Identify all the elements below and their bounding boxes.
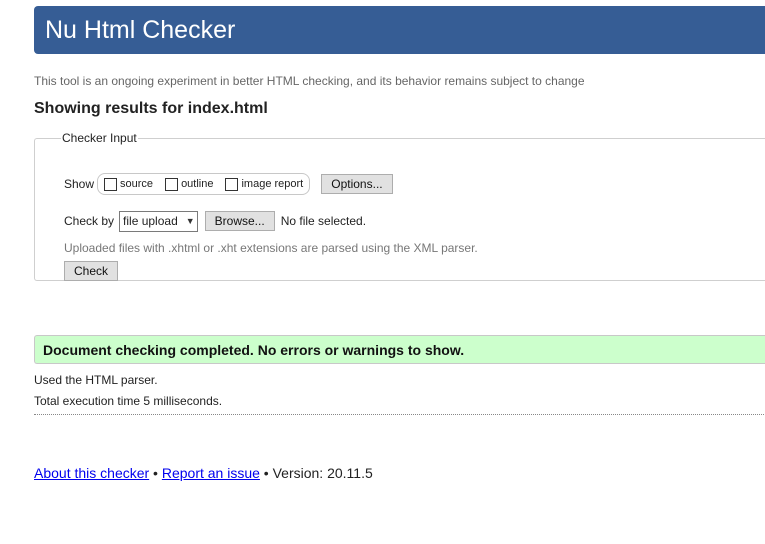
check-by-row: Check by file upload ▼ Browse... No file…	[64, 210, 366, 232]
options-button[interactable]: Options...	[321, 174, 393, 194]
divider	[34, 414, 765, 415]
check-button[interactable]: Check	[64, 261, 119, 281]
image-report-checkbox[interactable]: image report	[225, 177, 303, 191]
file-status: No file selected.	[280, 214, 367, 228]
checkbox-box[interactable]	[225, 177, 239, 191]
source-checkbox[interactable]: source	[104, 177, 153, 191]
xml-parser-note: Uploaded files with .xhtml or .xht exten…	[64, 241, 478, 255]
footer-separator: •	[149, 465, 162, 481]
footer: About this checker • Report an issue • V…	[34, 465, 373, 481]
app-title: Nu Html Checker	[45, 16, 236, 44]
source-checkbox-label[interactable]: source	[120, 178, 153, 190]
checkbox-box[interactable]	[104, 177, 118, 191]
checker-input-legend: Checker Input	[62, 131, 137, 145]
image-report-checkbox-label[interactable]: image report	[241, 178, 303, 190]
check-by-select[interactable]: file upload ▼	[119, 210, 198, 232]
show-options-row: Show source outline image report Options…	[64, 172, 393, 196]
check-row: Check	[64, 261, 119, 281]
checkbox-box[interactable]	[165, 177, 179, 191]
results-title: Showing results for index.html	[34, 100, 268, 117]
success-message: Document checking completed. No errors o…	[43, 341, 465, 358]
show-label: Show	[64, 177, 95, 191]
parser-info: Used the HTML parser.	[34, 373, 158, 387]
checker-input-fieldset: Checker Input Show source outline image …	[34, 131, 765, 281]
about-checker-link[interactable]: About this checker	[34, 465, 149, 481]
report-issue-link[interactable]: Report an issue	[162, 465, 260, 481]
chevron-down-icon[interactable]: ▼	[186, 216, 195, 226]
browse-button[interactable]: Browse...	[204, 211, 275, 231]
check-by-label: Check by	[64, 214, 115, 228]
success-message-box: Document checking completed. No errors o…	[34, 335, 765, 364]
check-by-selected-value[interactable]: file upload	[123, 214, 178, 228]
header-banner: Nu Html Checker	[34, 6, 765, 54]
execution-time-info: Total execution time 5 milliseconds.	[34, 394, 223, 408]
show-options-group: source outline image report	[97, 173, 311, 195]
version-text: • Version: 20.11.5	[259, 465, 373, 481]
outline-checkbox-label[interactable]: outline	[181, 178, 213, 190]
tagline: This tool is an ongoing experiment in be…	[34, 74, 585, 88]
outline-checkbox[interactable]: outline	[165, 177, 213, 191]
